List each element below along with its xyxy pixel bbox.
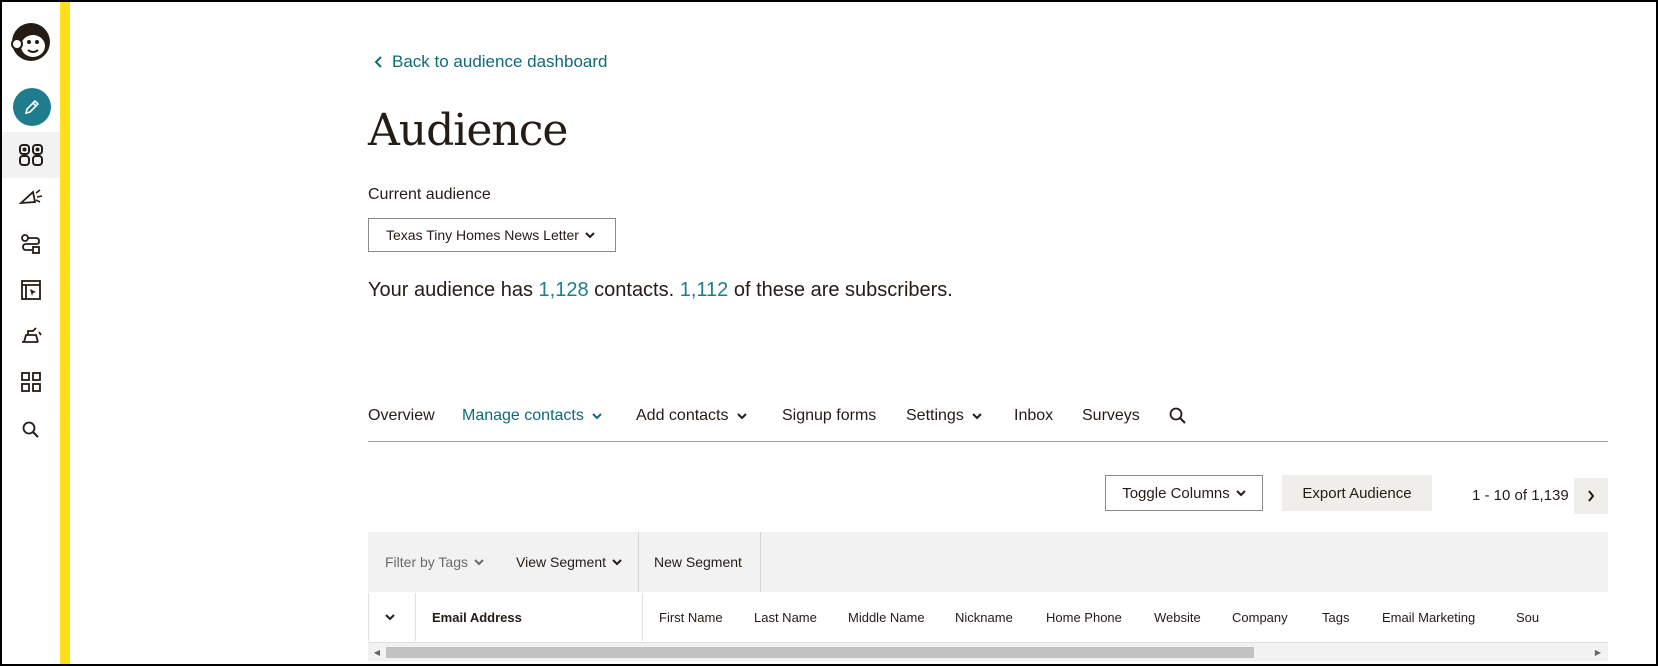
integrations-icon xyxy=(22,327,42,343)
tab-inbox[interactable]: Inbox xyxy=(1014,407,1053,425)
chevron-down-icon xyxy=(585,232,595,239)
chevron-down-icon xyxy=(385,614,395,621)
tab-add-contacts[interactable]: Add contacts xyxy=(636,407,747,425)
divider xyxy=(642,593,643,641)
column-middle-name[interactable]: Middle Name xyxy=(848,593,925,641)
audience-tabs: Overview Manage contacts Add contacts Si… xyxy=(368,407,1608,442)
tab-label: Manage contacts xyxy=(462,407,584,424)
nav-all-apps[interactable] xyxy=(11,362,51,402)
column-nickname[interactable]: Nickname xyxy=(955,593,1013,641)
nav-campaigns[interactable] xyxy=(11,178,51,218)
tab-overview[interactable]: Overview xyxy=(368,407,435,425)
tab-label: Signup forms xyxy=(782,407,877,424)
summary-text: Your audience has xyxy=(368,279,539,301)
chevron-left-icon xyxy=(374,56,382,68)
export-audience-label: Export Audience xyxy=(1302,484,1412,502)
chevron-down-icon xyxy=(474,559,484,566)
column-tags[interactable]: Tags xyxy=(1322,593,1349,641)
nav-search[interactable] xyxy=(11,410,51,450)
scroll-left-arrow[interactable]: ◀ xyxy=(371,646,383,658)
chevron-down-icon xyxy=(972,413,982,420)
contacts-table-header: Email Address First Name Last Name Middl… xyxy=(368,593,1609,641)
scroll-thumb[interactable] xyxy=(386,647,1254,658)
export-audience-button[interactable]: Export Audience xyxy=(1282,475,1432,511)
chevron-down-icon xyxy=(592,413,602,420)
contacts-count[interactable]: 1,128 xyxy=(539,279,589,301)
column-website[interactable]: Website xyxy=(1154,593,1201,641)
chevron-down-icon xyxy=(1236,490,1246,497)
nav-website[interactable] xyxy=(11,270,51,310)
new-segment-label: New Segment xyxy=(654,554,742,570)
chevron-right-icon xyxy=(1588,490,1595,502)
chevron-down-icon xyxy=(612,559,622,566)
tab-label: Settings xyxy=(906,407,964,424)
column-last-name[interactable]: Last Name xyxy=(754,593,817,641)
divider xyxy=(415,593,416,641)
column-first-name[interactable]: First Name xyxy=(659,593,723,641)
nav-audience[interactable] xyxy=(2,132,60,178)
view-segment-label: View Segment xyxy=(516,554,607,570)
mailchimp-logo-icon[interactable] xyxy=(8,18,54,64)
divider xyxy=(638,532,639,592)
table-horizontal-scrollbar[interactable]: ◀ ▶ xyxy=(368,642,1608,661)
sidebar xyxy=(2,2,60,664)
website-icon xyxy=(21,280,41,300)
filter-by-tags-dropdown[interactable]: Filter by Tags xyxy=(385,532,484,592)
filter-bar: Filter by Tags View Segment New Segment xyxy=(368,532,1608,592)
tab-manage-contacts[interactable]: Manage contacts xyxy=(462,407,602,425)
summary-text: of these are subscribers. xyxy=(728,279,953,301)
tab-label: Inbox xyxy=(1014,407,1054,424)
column-email-address[interactable]: Email Address xyxy=(432,593,522,641)
create-button[interactable] xyxy=(13,88,51,126)
toggle-columns-label: Toggle Columns xyxy=(1122,484,1230,502)
summary-text: contacts. xyxy=(588,279,680,301)
audience-summary: Your audience has 1,128 contacts. 1,112 … xyxy=(368,279,953,302)
page-title: Audience xyxy=(368,105,568,156)
tab-label: Surveys xyxy=(1082,407,1140,424)
view-segment-dropdown[interactable]: View Segment xyxy=(516,532,622,592)
new-segment-button[interactable]: New Segment xyxy=(654,532,742,592)
search-icon xyxy=(22,421,39,438)
back-to-dashboard-link[interactable]: Back to audience dashboard xyxy=(374,52,608,72)
tab-surveys[interactable]: Surveys xyxy=(1082,407,1140,425)
tab-signup-forms[interactable]: Signup forms xyxy=(782,407,876,425)
chevron-down-icon xyxy=(736,413,747,420)
column-company[interactable]: Company xyxy=(1232,593,1288,641)
audience-select[interactable]: Texas Tiny Homes News Letter xyxy=(368,218,616,252)
scroll-right-arrow[interactable]: ▶ xyxy=(1592,646,1604,658)
tab-search-button[interactable] xyxy=(1168,406,1188,426)
search-icon xyxy=(1169,407,1186,424)
divider xyxy=(760,532,761,592)
audience-select-value: Texas Tiny Homes News Letter xyxy=(386,227,579,243)
tab-settings[interactable]: Settings xyxy=(906,407,982,425)
select-all-dropdown[interactable] xyxy=(385,593,395,641)
filter-tags-label: Filter by Tags xyxy=(385,554,468,570)
tab-label: Overview xyxy=(368,407,435,424)
toggle-columns-button[interactable]: Toggle Columns xyxy=(1105,475,1263,511)
tab-label: Add contacts xyxy=(636,407,729,424)
pagination-status: 1 - 10 of 1,139 xyxy=(1472,487,1569,504)
nav-integrations[interactable] xyxy=(11,316,51,356)
audience-icon xyxy=(19,144,43,166)
back-link-label: Back to audience dashboard xyxy=(392,52,608,71)
column-email-marketing[interactable]: Email Marketing xyxy=(1382,593,1475,641)
current-audience-label: Current audience xyxy=(368,186,491,203)
automations-icon xyxy=(21,234,40,254)
grid-icon xyxy=(21,372,41,392)
subscribers-count[interactable]: 1,112 xyxy=(680,279,729,301)
column-source[interactable]: Sou xyxy=(1516,593,1539,641)
brand-accent-bar xyxy=(60,2,70,664)
nav-automations[interactable] xyxy=(11,224,51,264)
pagination-next-button[interactable] xyxy=(1574,478,1608,514)
pencil-icon xyxy=(24,99,40,115)
megaphone-icon xyxy=(19,189,43,205)
column-home-phone[interactable]: Home Phone xyxy=(1046,593,1122,641)
